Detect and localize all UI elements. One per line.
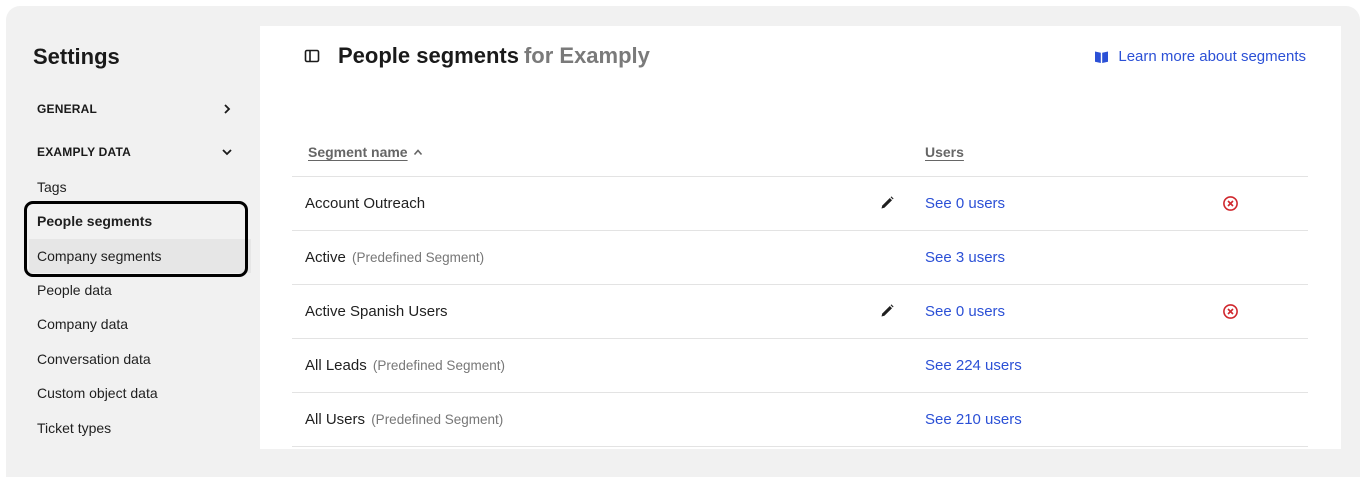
segment-name: All Leads (Predefined Segment) — [305, 357, 505, 374]
table-row: Account Outreach See 0 users — [292, 177, 1308, 231]
see-users-link[interactable]: See 210 users — [925, 411, 1022, 428]
panel-toggle-icon[interactable] — [304, 48, 320, 64]
column-label: Users — [925, 144, 964, 160]
sidebar-item-tags[interactable]: Tags — [29, 170, 251, 204]
segment-name: Account Outreach — [305, 195, 426, 212]
learn-more-link[interactable]: Learn more about segments — [1094, 48, 1306, 65]
learn-more-label: Learn more about segments — [1118, 48, 1306, 65]
see-users-link[interactable]: See 0 users — [925, 195, 1005, 212]
table-header: Segment name Users — [292, 144, 1308, 177]
see-users-link[interactable]: See 224 users — [925, 357, 1022, 374]
sidebar-item-company-data[interactable]: Company data — [29, 307, 251, 341]
sidebar-item-conversation-data[interactable]: Conversation data — [29, 342, 251, 376]
page-title-workspace: for Examply — [523, 43, 650, 68]
table-row: Active (Predefined Segment) See 3 users — [292, 231, 1308, 285]
page-header: People segments for Examply — [304, 43, 650, 69]
sidebar-title: Settings — [33, 44, 120, 69]
settings-sidebar: Settings GENERAL EXAMPLY DATA Tags Peopl… — [6, 6, 260, 477]
sidebar-item-custom-object-data[interactable]: Custom object data — [29, 376, 251, 410]
predefined-note: (Predefined Segment) — [352, 250, 485, 265]
segment-name: Active Spanish Users — [305, 303, 448, 320]
see-users-link[interactable]: See 0 users — [925, 303, 1005, 320]
pencil-icon[interactable] — [879, 303, 895, 319]
delete-circle-icon[interactable] — [1222, 195, 1239, 212]
section-label: EXAMPLY DATA — [37, 145, 131, 159]
sidebar-item-ticket-types[interactable]: Ticket types — [29, 411, 251, 445]
chevron-down-icon — [222, 149, 232, 156]
column-header-segment-name[interactable]: Segment name — [308, 144, 423, 160]
table-row: Active Spanish Users See 0 users — [292, 285, 1308, 339]
sidebar-item-people-data[interactable]: People data — [29, 273, 251, 307]
predefined-note: (Predefined Segment) — [372, 358, 505, 373]
pencil-icon[interactable] — [879, 195, 895, 211]
book-icon — [1095, 51, 1109, 63]
main-panel: People segments for Examply Learn more a… — [260, 26, 1341, 449]
segment-name: Active (Predefined Segment) — [305, 249, 485, 266]
sidebar-item-people-segments[interactable]: People segments — [29, 204, 251, 238]
settings-window: Settings GENERAL EXAMPLY DATA Tags Peopl… — [6, 6, 1360, 477]
page-title: People segments — [338, 43, 519, 68]
table-row: All Leads (Predefined Segment) See 224 u… — [292, 339, 1308, 393]
sidebar-item-company-segments[interactable]: Company segments — [29, 239, 251, 273]
chevron-right-icon — [224, 104, 231, 114]
delete-circle-icon[interactable] — [1222, 303, 1239, 320]
segments-table: Segment name Users Account Outreach See … — [292, 144, 1308, 447]
see-users-link[interactable]: See 3 users — [925, 249, 1005, 266]
sort-ascending-icon — [413, 149, 422, 156]
column-label: Segment name — [308, 144, 408, 160]
predefined-note: (Predefined Segment) — [371, 412, 504, 427]
section-label: GENERAL — [37, 102, 98, 116]
table-row: All Users (Predefined Segment) See 210 u… — [292, 393, 1308, 447]
section-general[interactable]: GENERAL — [37, 99, 233, 119]
segment-name: All Users (Predefined Segment) — [305, 411, 504, 428]
column-header-users[interactable]: Users — [925, 144, 964, 160]
section-examply-data[interactable]: EXAMPLY DATA — [37, 142, 233, 162]
